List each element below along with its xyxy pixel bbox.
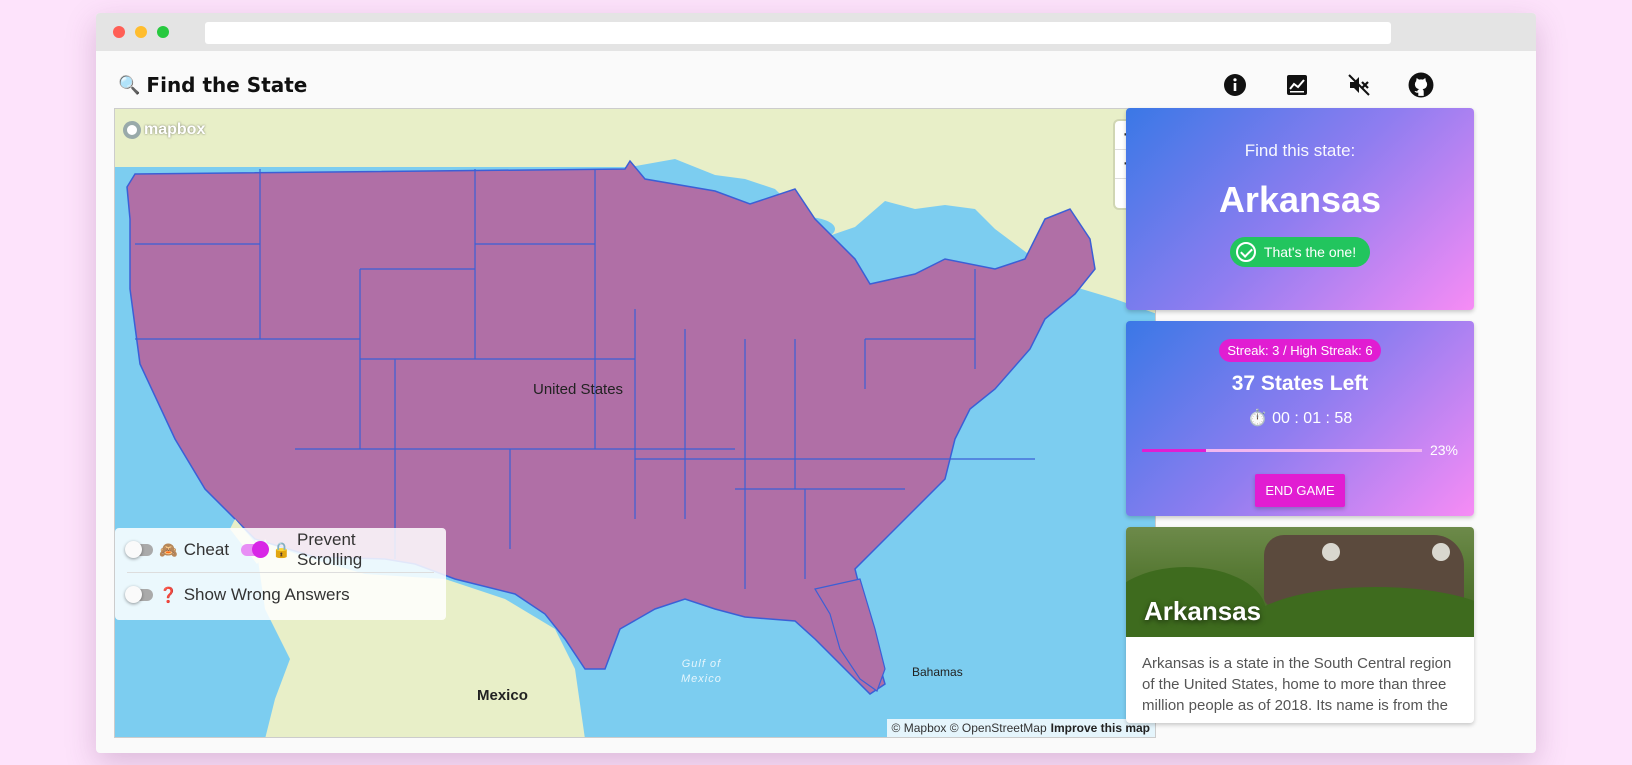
stats-card: Streak: 3 / High Streak: 6 37 States Lef… (1126, 321, 1474, 516)
attribution-text[interactable]: © Mapbox © OpenStreetMap (892, 721, 1047, 735)
progress-row: 23% (1142, 442, 1458, 458)
app-title: Find the State (146, 73, 308, 97)
prevent-scrolling-label: Prevent Scrolling (297, 530, 363, 569)
close-window-button[interactable] (113, 26, 125, 38)
show-wrong-label: Show Wrong Answers (183, 584, 350, 604)
app-brand: 🔍 Find the State (118, 73, 307, 97)
lock-icon: 🔒 (272, 542, 292, 559)
settings-panel: 🙈 Cheat 🔒 Prevent Scrolling ❓ Show Wrong… (115, 528, 446, 620)
question-icon: ❓ (159, 586, 178, 604)
stopwatch-icon: ⏱️ (1247, 410, 1268, 427)
minimize-window-button[interactable] (135, 26, 147, 38)
target-state-name: Arkansas (1218, 179, 1382, 220)
correct-text: That's the one! (1263, 244, 1357, 260)
address-bar[interactable] (205, 22, 1391, 44)
country-label-us: United States (533, 381, 624, 398)
magnifier-icon: 🔍 (118, 75, 141, 95)
find-prompt: Find this state: (1244, 141, 1356, 160)
app-header: 🔍 Find the State (96, 51, 1536, 109)
streak-badge: Streak: 3 / High Streak: 6 (1219, 339, 1381, 362)
correct-badge: That's the one! (1229, 237, 1371, 267)
map-view[interactable]: mapbox + − ▲ United States Mexico Gulf o… (114, 108, 1156, 738)
state-info-card: Arkansas Arkansas is a state in the Sout… (1126, 527, 1474, 723)
monkey-icon: 🙈 (159, 542, 178, 559)
check-circle-icon (1235, 242, 1256, 262)
state-photo-title: Arkansas (1144, 596, 1262, 626)
country-label-mexico: Mexico (477, 687, 528, 704)
prevent-scrolling-row: 🔒 Prevent Scrolling (241, 530, 422, 570)
mapbox-icon (123, 121, 141, 139)
mute-icon[interactable] (1346, 72, 1372, 98)
states-left: 37 States Left (1231, 372, 1369, 395)
progress-percent: 23% (1429, 442, 1458, 458)
improve-map-link[interactable]: Improve this map (1051, 721, 1150, 735)
state-photo: Arkansas (1126, 527, 1474, 637)
maximize-window-button[interactable] (157, 26, 169, 38)
browser-window: 🔍 Find the State mapbox United States Me… (96, 13, 1536, 753)
game-timer: ⏱️ 00 : 01 : 58 (1126, 408, 1474, 428)
chart-icon[interactable] (1284, 72, 1310, 98)
target-card: Find this state: Arkansas That's the one… (1126, 108, 1474, 310)
info-icon[interactable] (1222, 72, 1248, 98)
github-icon[interactable] (1408, 72, 1434, 98)
prevent-scrolling-toggle[interactable] (241, 541, 270, 558)
bahamas-label: Bahamas (912, 665, 963, 679)
timer-value: 00 : 01 : 58 (1272, 410, 1353, 427)
progress-fill (1142, 448, 1207, 452)
cheat-toggle[interactable] (125, 541, 153, 558)
show-wrong-row: ❓ Show Wrong Answers (125, 584, 350, 605)
progress-bar (1142, 448, 1422, 452)
map-canvas[interactable] (115, 109, 1156, 738)
end-game-button[interactable]: END GAME (1255, 474, 1345, 507)
show-wrong-toggle[interactable] (125, 585, 153, 603)
gulf-label: Gulf of Mexico (681, 658, 722, 685)
cheat-toggle-row: 🙈 Cheat (125, 540, 230, 560)
map-attribution: © Mapbox © OpenStreetMap Improve this map (886, 719, 1155, 737)
mapbox-logo[interactable]: mapbox (123, 121, 205, 139)
state-description: Arkansas is a state in the South Central… (1142, 655, 1452, 714)
title-bar (96, 13, 1536, 51)
cheat-label: Cheat (183, 540, 230, 559)
